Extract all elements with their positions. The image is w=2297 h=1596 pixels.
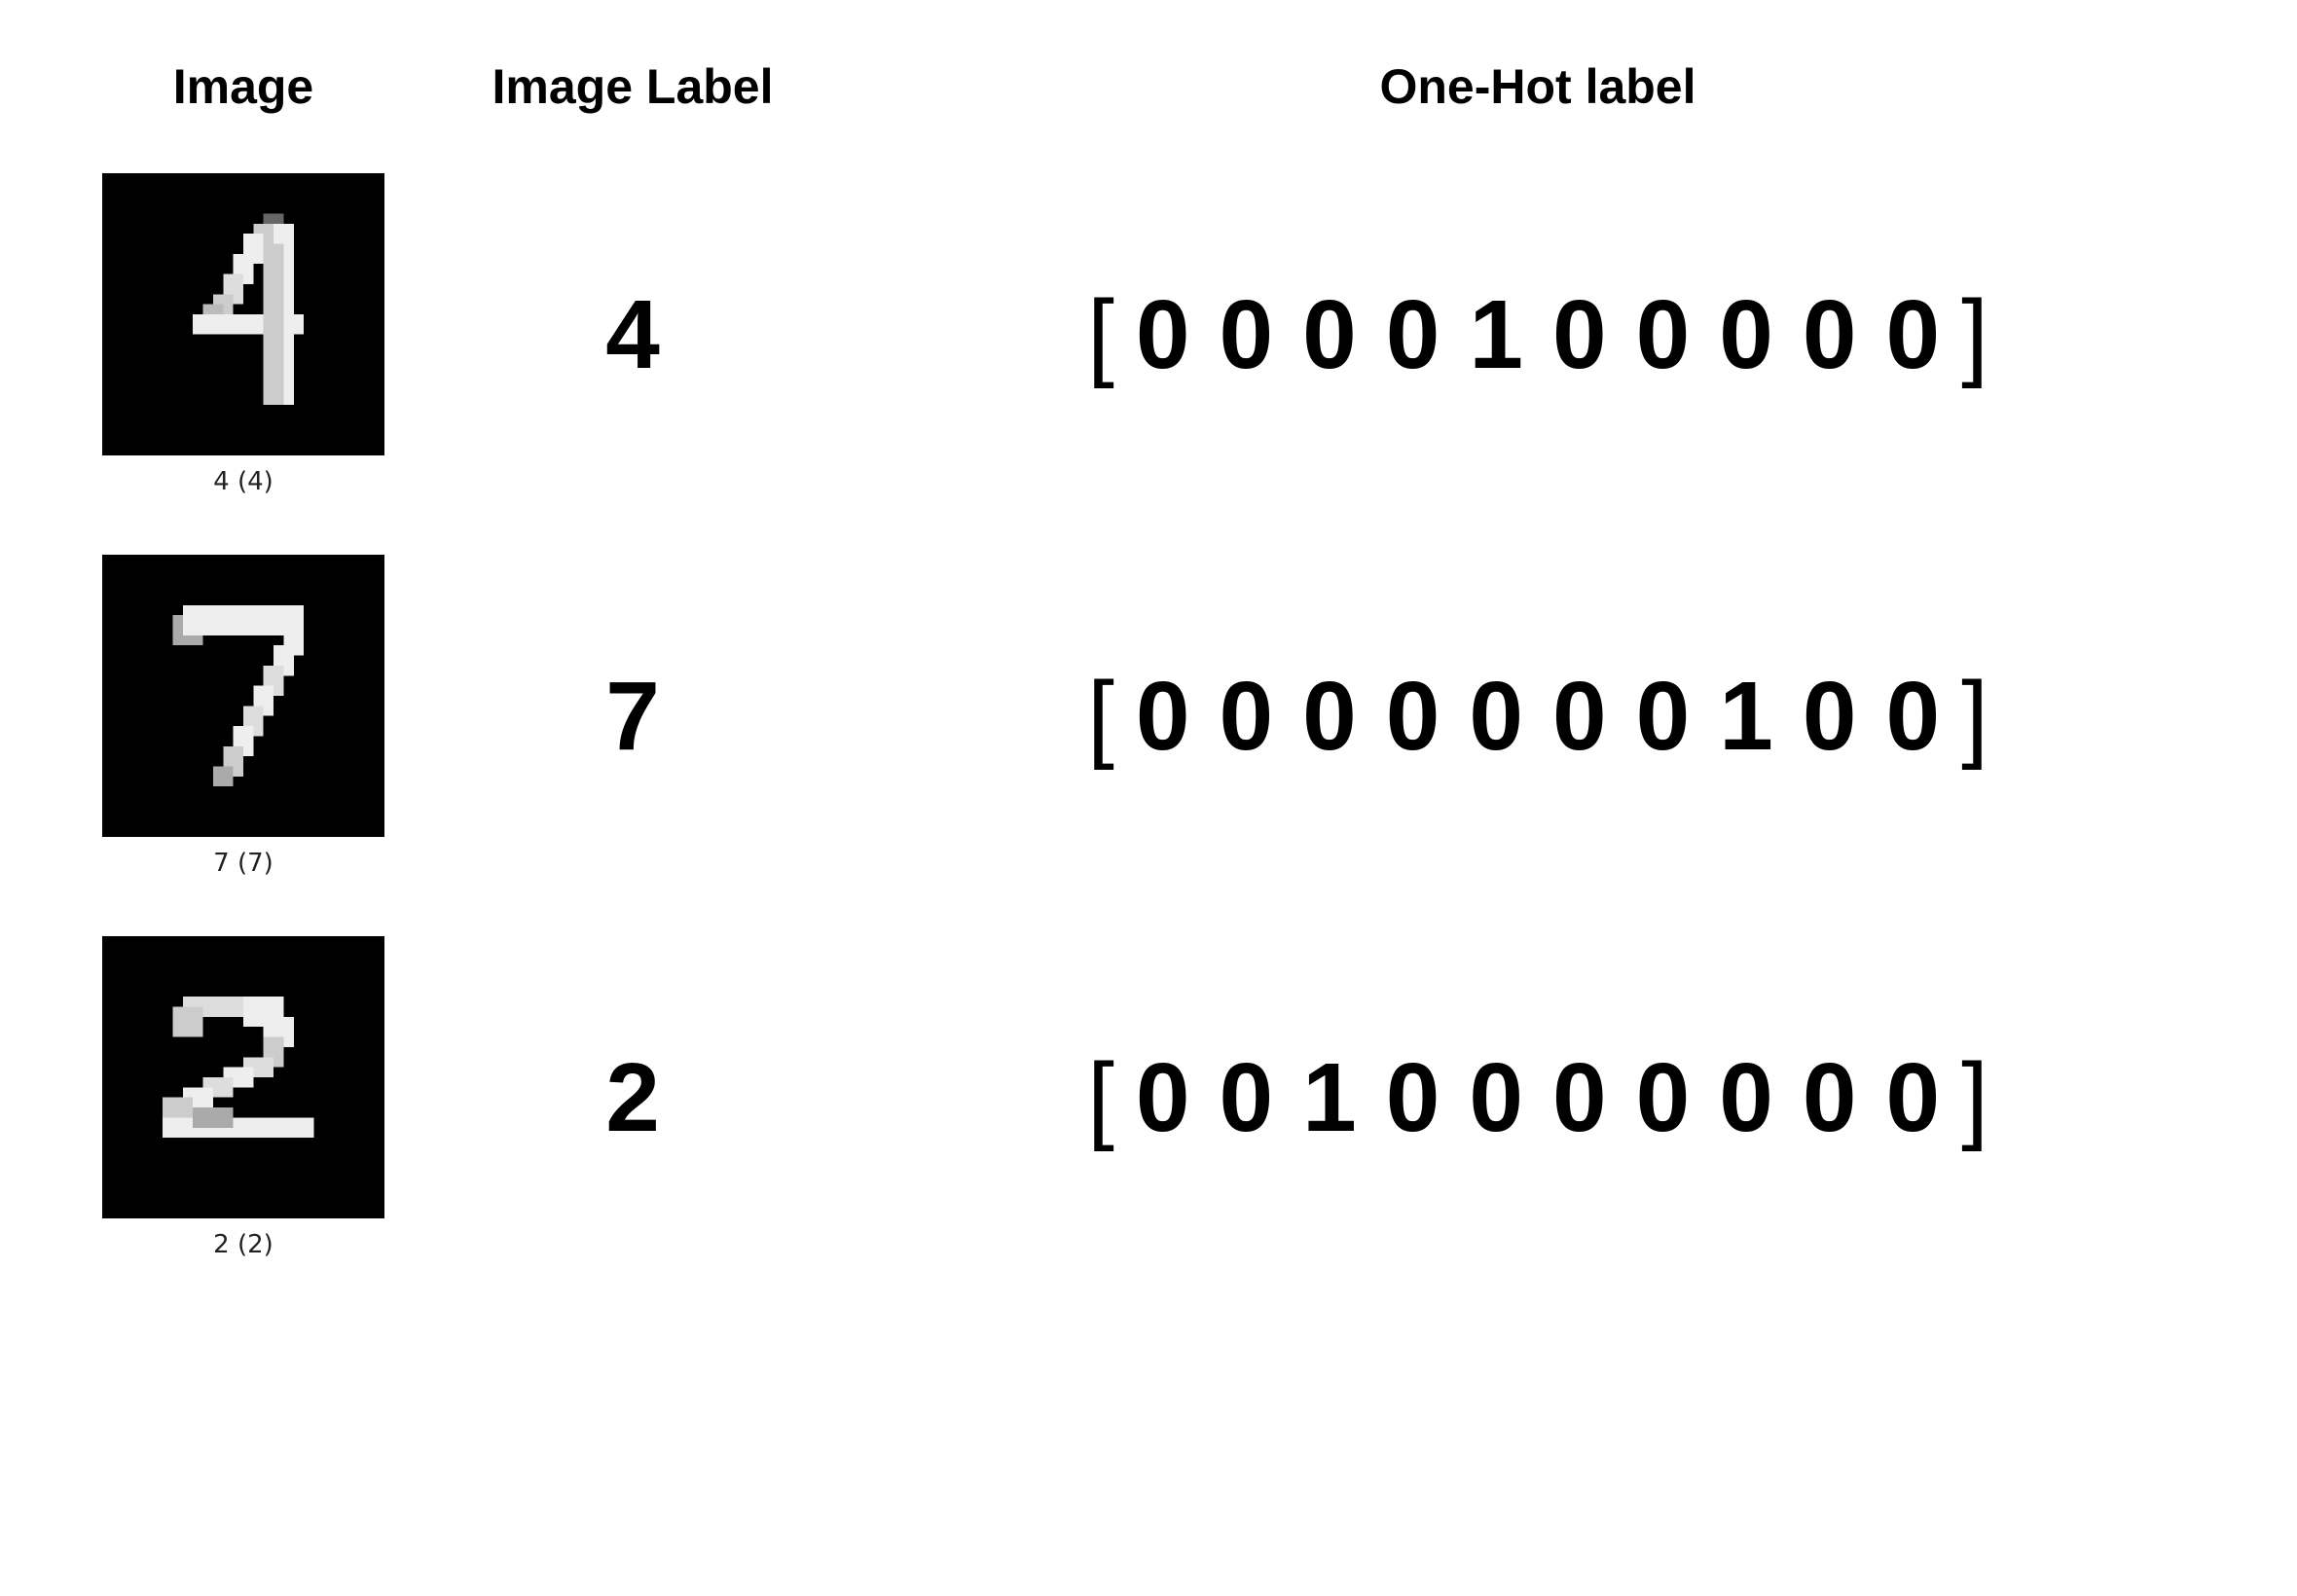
table-row: 7 (7) [78, 555, 409, 878]
onehot-bit: 0 [1372, 1042, 1454, 1154]
onehot-vector: [ 0 0 1 0 0 0 0 0 0 0 ] [857, 1042, 2219, 1154]
onehot-bit: 0 [1289, 661, 1370, 773]
onehot-bit: 0 [1622, 1042, 1704, 1154]
image-caption: 2 (2) [213, 1230, 273, 1259]
onehot-bit: 0 [1539, 1042, 1621, 1154]
header-onehot: One-Hot label [857, 58, 2219, 115]
onehot-bit: 1 [1705, 661, 1787, 773]
image-caption: 7 (7) [213, 849, 273, 878]
onehot-bit: 1 [1289, 1042, 1370, 1154]
class-label: 7 [448, 661, 818, 773]
onehot-bit: 0 [1372, 279, 1454, 391]
onehot-encoding-table: Image Image Label One-Hot label 4 (4) 4 … [78, 58, 2219, 1259]
image-caption: 4 (4) [213, 467, 273, 496]
header-label: Image Label [448, 58, 818, 115]
onehot-bit: 0 [1789, 279, 1871, 391]
class-label: 4 [448, 279, 818, 391]
onehot-vector: [ 0 0 0 0 0 0 0 1 0 0 ] [857, 661, 2219, 773]
onehot-bit: 1 [1455, 279, 1537, 391]
bracket-close: ] [1955, 661, 1994, 773]
mnist-digit-image [102, 173, 384, 455]
onehot-bit: 0 [1539, 279, 1621, 391]
onehot-bit: 0 [1206, 279, 1288, 391]
onehot-bit: 0 [1705, 1042, 1787, 1154]
onehot-bit: 0 [1789, 661, 1871, 773]
onehot-bit: 0 [1206, 661, 1288, 773]
onehot-bit: 0 [1122, 1042, 1204, 1154]
onehot-bit: 0 [1789, 1042, 1871, 1154]
onehot-bit: 0 [1873, 279, 1954, 391]
class-label: 2 [448, 1042, 818, 1154]
onehot-bit: 0 [1622, 279, 1704, 391]
bracket-open: [ [1081, 661, 1120, 773]
onehot-bit: 0 [1206, 1042, 1288, 1154]
onehot-vector: [ 0 0 0 0 1 0 0 0 0 0 ] [857, 279, 2219, 391]
onehot-bit: 0 [1873, 661, 1954, 773]
onehot-bit: 0 [1455, 661, 1537, 773]
bracket-open: [ [1081, 1042, 1120, 1154]
onehot-bit: 0 [1622, 661, 1704, 773]
onehot-bit: 0 [1455, 1042, 1537, 1154]
mnist-digit-image [102, 555, 384, 837]
bracket-open: [ [1081, 279, 1120, 391]
table-row: 2 (2) [78, 936, 409, 1259]
onehot-bit: 0 [1372, 661, 1454, 773]
onehot-bit: 0 [1122, 279, 1204, 391]
table-row: 4 (4) [78, 173, 409, 496]
onehot-bit: 0 [1539, 661, 1621, 773]
header-image: Image [78, 58, 409, 115]
mnist-digit-image [102, 936, 384, 1218]
bracket-close: ] [1955, 279, 1994, 391]
onehot-bit: 0 [1289, 279, 1370, 391]
onehot-bit: 0 [1705, 279, 1787, 391]
onehot-bit: 0 [1873, 1042, 1954, 1154]
bracket-close: ] [1955, 1042, 1994, 1154]
onehot-bit: 0 [1122, 661, 1204, 773]
